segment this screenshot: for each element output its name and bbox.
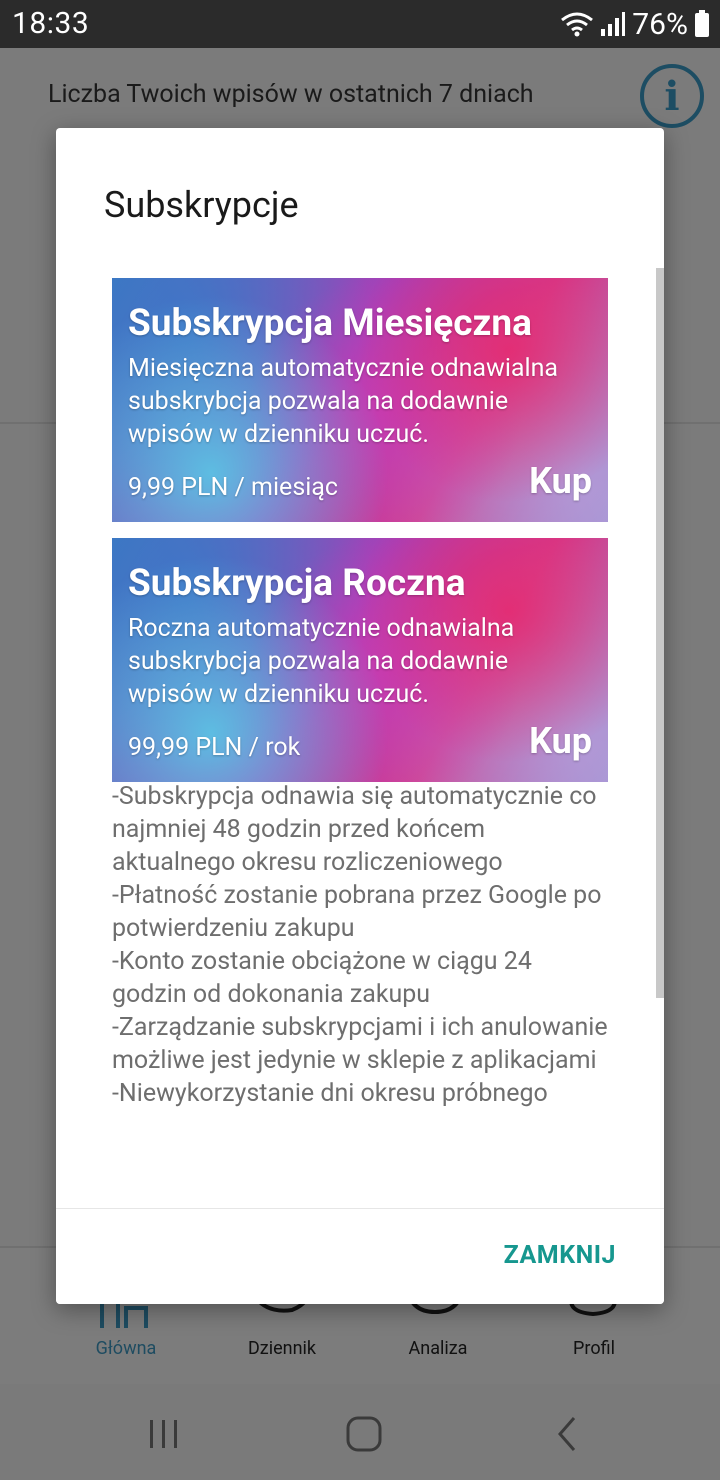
battery-percent: 76% [632,6,688,42]
subscriptions-dialog: Subskrypcje Subskrypcja Miesięczna Miesi… [56,128,664,1304]
terms-line: -Subskrypcja odnawia się automatycznie c… [112,782,597,877]
subscription-terms: -Subskrypcja odnawia się automatycznie c… [112,780,608,1110]
terms-line: -Płatność zostanie pobrana przez Google … [112,881,602,943]
card-description: Roczna automatycznie odnawialna subskryb… [128,614,515,709]
card-price: 9,99 PLN / miesiąc [128,473,338,502]
home-button-icon[interactable] [344,1414,384,1454]
status-bar: 18:33 76% [0,0,720,48]
subscription-card-yearly[interactable]: Subskrypcja Roczna Roczna automatycznie … [112,538,608,782]
entries-chart-title: Liczba Twoich wpisów w ostatnich 7 dniac… [48,80,534,109]
status-time: 18:33 [12,6,90,41]
close-button[interactable]: ZAMKNIJ [504,1241,616,1270]
card-title: Subskrypcja Roczna [128,562,466,605]
terms-line: -Zarządzanie subskrypcjami i ich anulowa… [112,1013,608,1075]
battery-icon [694,10,710,38]
subscription-card-monthly[interactable]: Subskrypcja Miesięczna Miesięczna automa… [112,278,608,522]
back-icon[interactable] [548,1414,588,1454]
buy-yearly-button[interactable]: Kup [529,720,592,762]
info-icon[interactable]: i [640,64,704,128]
status-icons: 76% [560,6,710,42]
wifi-icon [560,10,594,38]
signal-icon [600,11,626,37]
nav-item-profile[interactable]: Profil [524,1338,664,1359]
card-title: Subskrypcja Miesięczna [128,302,532,345]
terms-line: -Konto zostanie obciążone w ciągu 24 god… [112,947,532,1009]
buy-monthly-button[interactable]: Kup [529,460,592,502]
nav-item-home[interactable]: Główna [56,1338,196,1359]
recent-apps-icon[interactable] [144,1414,184,1454]
system-navigation-bar [0,1384,720,1480]
dialog-title: Subskrypcje [104,184,299,226]
card-description: Miesięczna automatycznie odnawialna subs… [128,354,558,449]
nav-item-journal[interactable]: Dziennik [212,1338,352,1359]
nav-item-analysis[interactable]: Analiza [368,1338,508,1359]
card-price: 99,99 PLN / rok [128,733,301,762]
terms-line: -Niewykorzystanie dni okresu próbnego [112,1079,548,1108]
dialog-footer: ZAMKNIJ [56,1208,664,1304]
scrollbar[interactable] [656,268,664,998]
